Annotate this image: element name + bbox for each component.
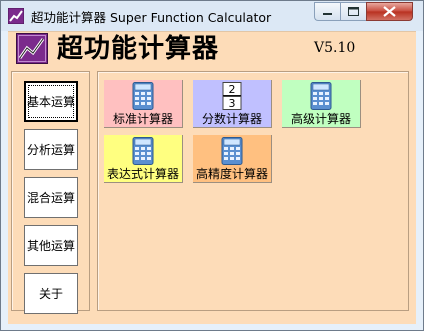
sidebar-item-about[interactable]: 关于 xyxy=(24,273,78,314)
close-button[interactable] xyxy=(366,2,413,21)
logo-icon xyxy=(16,33,48,64)
sidebar-item-label: 基本运算 xyxy=(26,95,75,109)
sidebar-item-label: 分析运算 xyxy=(26,143,75,157)
calculator-label: 高级计算器 xyxy=(290,112,351,126)
sidebar-item-label: 其他运算 xyxy=(26,239,75,253)
fraction-calculator-button[interactable]: 2 3 分数计算器 xyxy=(193,80,272,128)
sidebar-item-label: 关于 xyxy=(38,287,63,301)
svg-text:2: 2 xyxy=(229,83,236,96)
close-icon xyxy=(383,6,396,17)
window-title: 超功能计算器 Super Function Calculator xyxy=(31,10,272,25)
sidebar-item-mixed[interactable]: 混合运算 xyxy=(24,177,78,218)
app-window: 超功能计算器 Super Function Calculator 超功能计算器 … xyxy=(0,0,424,331)
maximize-button[interactable] xyxy=(340,2,366,21)
svg-text:3: 3 xyxy=(229,97,236,110)
sidebar-group: 基本运算 分析运算 混合运算 其他运算 关于 xyxy=(11,71,90,314)
calculator-icon xyxy=(132,82,154,110)
sidebar-item-basic[interactable]: 基本运算 xyxy=(24,81,78,122)
calculator-label: 标准计算器 xyxy=(112,112,173,126)
app-icon xyxy=(8,8,24,24)
sidebar-item-other[interactable]: 其他运算 xyxy=(24,225,78,266)
calculator-icon xyxy=(221,137,243,165)
expression-calculator-button[interactable]: 表达式计算器 xyxy=(104,135,183,183)
sidebar-item-label: 混合运算 xyxy=(26,191,75,205)
calculator-icon xyxy=(310,82,332,110)
sidebar-item-analysis[interactable]: 分析运算 xyxy=(24,129,78,170)
app-heading: 超功能计算器 xyxy=(57,34,220,64)
calculator-label: 表达式计算器 xyxy=(106,167,179,181)
calculator-icon xyxy=(132,137,154,165)
high-precision-calculator-button[interactable]: 高精度计算器 xyxy=(193,135,272,183)
calculator-label: 分数计算器 xyxy=(201,112,262,126)
maximize-icon xyxy=(348,7,359,16)
advanced-calculator-button[interactable]: 高级计算器 xyxy=(282,80,361,128)
calculator-panel: 标准计算器 2 3 分数计算器 高级计算器 表达式计算器 高精度计算器 xyxy=(97,71,409,311)
calculator-label: 高精度计算器 xyxy=(195,167,268,181)
standard-calculator-button[interactable]: 标准计算器 xyxy=(104,80,183,128)
version-label: V5.10 xyxy=(314,40,356,56)
client-area: 超功能计算器 V5.10 基本运算 分析运算 混合运算 其他运算 关于 标准计算… xyxy=(8,31,416,324)
minimize-button[interactable] xyxy=(314,2,340,21)
fraction-icon: 2 3 xyxy=(222,82,242,110)
title-bar[interactable]: 超功能计算器 Super Function Calculator xyxy=(1,1,423,31)
minimize-icon xyxy=(323,13,332,15)
